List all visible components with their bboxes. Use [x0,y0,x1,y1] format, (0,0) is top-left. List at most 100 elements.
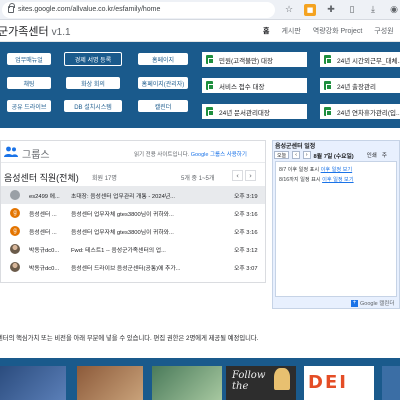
next-page-button[interactable]: › [245,170,256,181]
calendar-today-button[interactable]: 오늘 [274,151,290,159]
row-author: es2499 에... [29,193,60,200]
quick-button-homepage[interactable]: 홈페이지 [138,53,188,65]
puzzle-icon[interactable]: ✚ [325,4,337,16]
sheet-card-label: 서비스 접수 대장 [219,83,265,91]
groups-title: 그룹스 [22,150,50,161]
prev-page-button[interactable]: ‹ [232,170,243,181]
site-title[interactable]: 군가족센터 v1.1 [0,23,71,39]
nav-project[interactable]: 역량강화 Project [313,26,363,36]
group-member-count: 회원 17명 [92,176,117,182]
nav-home[interactable]: 홈 [263,26,269,36]
row-time: 오후 3:12 [234,247,258,254]
sidebar-icon[interactable]: ▯ [346,4,358,16]
group-name[interactable]: 음성센터 직원(전체) [4,171,79,184]
table-row[interactable]: 박동규dc0... 음성센터 드라이브 음성군센터(공통)에 추가... 오후 … [1,258,265,276]
row-subject: 음성센터 드라이브 음성군센터(공통)에 추가... [71,265,181,272]
site-title-text: 군가족센터 [0,25,49,38]
lock-icon [8,3,15,13]
quick-button-db-system[interactable]: DB 설치시스템 [64,100,122,112]
download-icon[interactable]: ⤓ [367,4,379,16]
table-row[interactable]: g 음성센터 ... 음성센터 업무자체 gtes3800님이 귀하와... 오… [1,222,265,240]
sheet-card-annual-leave[interactable]: 24년 연차휴가관리(입... [320,104,400,119]
calendar-event-link[interactable]: 이후 일정 보기 [321,167,353,173]
calendar-footer[interactable]: + Google 캘린더 [351,299,394,307]
sheets-icon [206,81,214,90]
calendar-agenda: 8/7 이후 일정 표시 이후 일정 보기 8/16까지 일정 표시 이후 일정… [275,161,397,297]
calendar-print-button[interactable]: 인쇄 [367,151,377,159]
image-strip: Follow the DEI [0,358,400,400]
groups-header: 그룹스 읽기 전용 사이트입니다. Google 그룹스 사용하기 [1,141,265,163]
table-row[interactable]: 박동규dc0... Fwd: 테스트1 -- 음성군가족센터의 업... 오후 … [1,240,265,258]
sheet-card-label: 24년 문서관리대장 [219,109,270,117]
row-author: 박동규dc0... [29,247,60,254]
thumbnail-image [77,366,143,400]
group-page-range: 5개 중 1~5개 [181,176,215,182]
sheets-icon [206,55,214,64]
dei-image: DEI [304,366,374,400]
quick-button-calendar[interactable]: 캘린더 [138,100,188,112]
calendar-prev-button[interactable]: ‹ [292,151,300,159]
sheet-card-label: 24년 시간외근무_대체... [337,57,400,65]
quick-button-chat[interactable]: 채팅 [7,77,51,89]
thumbnail-image [0,366,66,400]
sheets-icon [324,55,332,64]
quick-button-shared-drive[interactable]: 공유 드라이브 [7,100,51,112]
row-subject: 음성센터 업무자체 gtes3800님이 귀하와... [71,211,174,218]
groups-readonly-text: 읽기 전용 사이트입니다. [134,152,190,158]
quick-links-band: 업무매뉴얼 채팅 공유 드라이브 경제 서명 등록 화상 회의 DB 설치시스템… [0,42,400,128]
groups-readonly-note: 읽기 전용 사이트입니다. Google 그룹스 사용하기 [134,150,247,158]
row-subject: 초대장: 음성센터 업무관리 개통 - 2024년... [71,193,175,200]
sheet-card-service-intake[interactable]: 서비스 접수 대장 [202,78,307,93]
calendar-week-tab[interactable]: 주 [382,151,387,159]
row-subject: 음성센터 업무자체 gtes3800님이 귀하와... [71,229,174,236]
dei-logo: DEI [308,372,348,393]
chalk-line-2: the [232,381,249,392]
avatar [10,190,20,200]
sheet-card-label: 민원(고객불만) 대장 [219,57,273,65]
sheet-card-complaints[interactable]: 민원(고객불만) 대장 [202,52,307,67]
thumbnail-image [152,366,222,400]
row-time: 오후 3:16 [234,229,258,236]
calendar-event: 8/16까지 일정 표시 이후 일정 보기 [279,176,354,183]
row-time: 오후 3:19 [234,193,258,200]
quick-button-manual[interactable]: 업무매뉴얼 [7,53,51,65]
calendar-toolbar: 오늘 ‹ › 8월 7일 (수요일) 인쇄 주 [274,150,400,160]
avatar [10,244,20,254]
people-icon [4,146,18,157]
sheets-icon [324,81,332,90]
chalk-line-1: Follow [232,370,266,381]
address-field[interactable]: sites.google.com/allvalue.co.kr/esfamily… [2,1,275,18]
nav-board[interactable]: 게시판 [281,26,300,36]
url-text: sites.google.com/allvalue.co.kr/esfamily… [18,6,161,13]
quick-button-signature[interactable]: 경제 서명 등록 [64,52,122,66]
avatar [10,262,20,272]
sheets-icon [206,107,214,116]
row-author: 박동규dc0... [29,265,60,272]
sheets-icon [324,107,332,116]
page-description: 센터의 핵심가치 또는 비전을 아래 부분에 넣을 수 있습니다. 편집 권한은… [0,335,259,342]
nav-members[interactable]: 구성원 [374,26,393,36]
calendar-next-button[interactable]: › [302,151,311,159]
quick-button-video-meeting[interactable]: 화상 회의 [66,77,120,89]
calendar-event-link[interactable]: 이후 일정 보기 [322,177,354,183]
avatar: g [10,226,20,236]
bookmark-star-icon[interactable]: ☆ [283,4,295,16]
site-nav: 홈 게시판 역량강화 Project 구성원 [263,20,394,42]
chalkboard-image: Follow the [226,366,296,400]
table-row[interactable]: g 음성센터 ... 음성센터 업무자체 gtes3800님이 귀하와... 오… [1,204,265,222]
row-author: 음성센터 ... [29,229,57,236]
sheet-card-business-trip[interactable]: 24년 출장관리 [320,78,400,93]
profile-icon[interactable]: ◉ [388,4,400,16]
page-root: sites.google.com/allvalue.co.kr/esfamily… [0,0,400,400]
row-author: 음성센터 ... [29,211,57,218]
extension-icon[interactable]: ■ [304,3,316,16]
groups-open-link[interactable]: Google 그룹스 사용하기 [191,152,247,158]
sheet-card-overtime[interactable]: 24년 시간외근무_대체... [320,52,400,67]
dei-logo-text: DEI [308,372,348,393]
sheet-card-label: 24년 출장관리 [337,83,376,91]
quick-button-homepage-admin[interactable]: 홈페이지(관리자) [138,77,188,89]
sheet-card-documents[interactable]: 24년 문서관리대장 [202,104,307,119]
table-row[interactable]: es2499 에... 초대장: 음성센터 업무관리 개통 - 2024년...… [1,186,265,204]
row-time: 오후 3:16 [234,211,258,218]
calendar-event: 8/7 이후 일정 표시 이후 일정 보기 [279,166,352,173]
